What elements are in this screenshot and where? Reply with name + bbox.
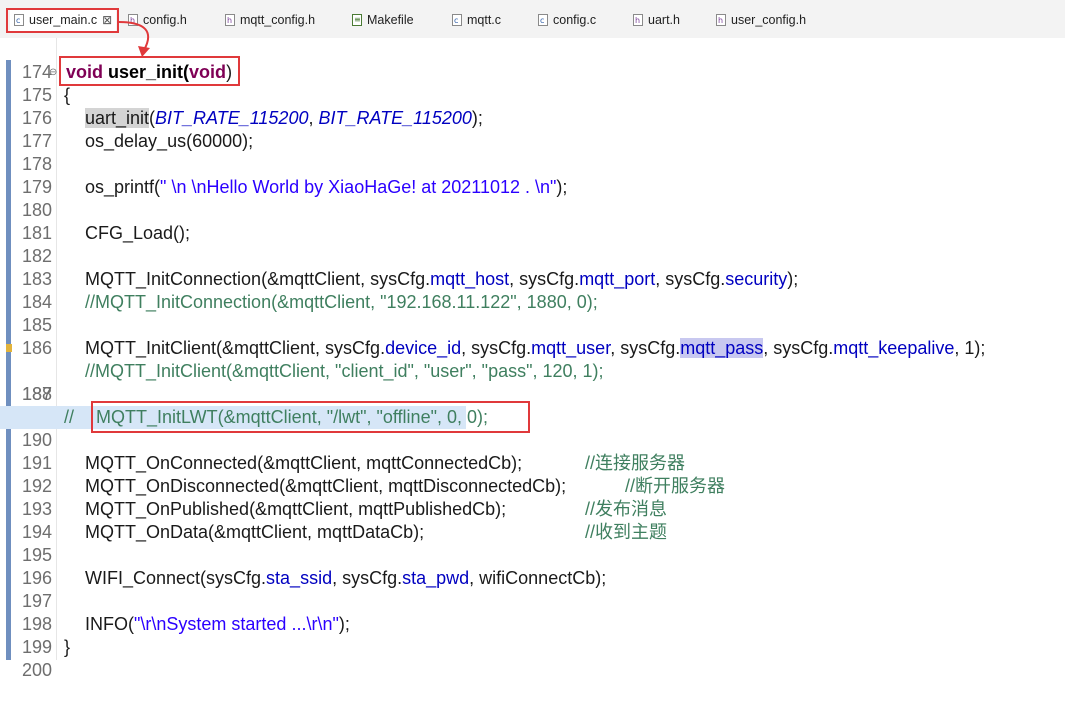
code-text: MQTT_OnData(&mqttClient, mqttDataCb); [85, 522, 425, 542]
code-text: os_delay_us(60000); [85, 131, 254, 151]
code-line: 189 [0, 383, 1065, 427]
code-text: CFG_Load(); [85, 223, 191, 243]
code-text: MQTT_InitConnection(&mqttClient, sysCfg.… [85, 269, 799, 289]
tab-user-config-h[interactable]: user_config.h [716, 9, 806, 31]
h-file-icon [225, 14, 235, 26]
code-line: 182 CFG_Load(); [0, 222, 1065, 266]
code-line: 183 [0, 245, 1065, 289]
h-file-icon [128, 14, 138, 26]
code-text: { [64, 85, 71, 105]
code-comment: //断开服务器 [625, 476, 726, 496]
code-comment: //MQTT_InitConnection(&mqttClient, "192.… [85, 292, 598, 312]
code-text: MQTT_OnDisconnected(&mqttClient, mqttDis… [85, 476, 567, 496]
code-editor[interactable]: 174 175 ⊖ void user_init(void) 176 { 177… [0, 38, 1065, 680]
code-text: MQTT_OnConnected(&mqttClient, mqttConnec… [85, 453, 523, 473]
c-file-icon [538, 14, 548, 26]
editor-tab-bar: user_main.c ⊠ config.h mqtt_config.h Mak… [0, 0, 1065, 39]
code-line: 197 WIFI_Connect(sysCfg.sta_ssid, sysCfg… [0, 567, 1065, 611]
h-file-icon [716, 14, 726, 26]
code-comment: //MQTT_InitClient(&mqttClient, "client_i… [85, 361, 604, 381]
code-line: 192 MQTT_OnConnected(&mqttClient, mqttCo… [0, 452, 1065, 496]
tab-label: user_config.h [731, 13, 807, 27]
code-line: 195 MQTT_OnData(&mqttClient, mqttDataCb)… [0, 521, 1065, 565]
code-line: 176 { [0, 84, 1065, 128]
tab-uart-h[interactable]: uart.h [633, 9, 680, 31]
code-text: WIFI_Connect(sysCfg.sta_ssid, sysCfg.sta… [85, 568, 607, 588]
tab-label: config.c [553, 13, 597, 27]
code-line: 200 } [0, 636, 1065, 680]
code-line: 174 [0, 38, 1065, 82]
code-comment: //连接服务器 [585, 453, 686, 473]
code-line: 178 os_delay_us(60000); [0, 130, 1065, 174]
code-text: INFO("\r\nSystem started ...\r\n"); [85, 614, 350, 634]
line-number: 200 [21, 660, 52, 680]
tab-makefile[interactable]: Makefile [352, 9, 414, 31]
code-line-current: 190 // MQTT_InitLWT(&mqttClient, "/lwt",… [0, 406, 488, 450]
code-line: 188 //MQTT_InitClient(&mqttClient, "clie… [0, 360, 1065, 404]
close-icon[interactable]: ⊠ [102, 13, 112, 27]
code-line: 199 INFO("\r\nSystem started ...\r\n"); [0, 613, 1065, 657]
code-line: 185 //MQTT_InitConnection(&mqttClient, "… [0, 291, 1065, 335]
tab-label: uart.h [648, 13, 680, 27]
code-line: 198 [0, 590, 1065, 634]
code-text: } [64, 637, 71, 657]
code-comment: //收到主题 [585, 522, 668, 542]
makefile-icon [352, 14, 362, 26]
fold-icon[interactable]: ⊖ [49, 61, 57, 84]
code-text: void user_init(void) [66, 62, 233, 82]
code-text: os_printf(" \n \nHello World by XiaoHaGe… [85, 177, 568, 197]
code-line: 194 MQTT_OnPublished(&mqttClient, mqttPu… [0, 498, 1065, 542]
code-text: MQTT_OnPublished(&mqttClient, mqttPublis… [85, 499, 507, 519]
code-comment: // [64, 407, 75, 427]
tab-label: mqtt_config.h [240, 13, 316, 27]
tab-config-c[interactable]: config.c [538, 9, 596, 31]
code-line: 177 uart_init(BIT_RATE_115200, BIT_RATE_… [0, 107, 1065, 151]
code-text: uart_init(BIT_RATE_115200, BIT_RATE_1152… [85, 108, 483, 128]
code-line: 186 [0, 314, 1065, 358]
tab-mqtt-config-h[interactable]: mqtt_config.h [225, 9, 315, 31]
warning-marker-icon[interactable] [6, 344, 12, 352]
tab-config-h[interactable]: config.h [128, 9, 187, 31]
code-comment: MQTT_InitLWT(&mqttClient, "/lwt", "offli… [96, 407, 488, 427]
code-line: 180 os_printf(" \n \nHello World by Xiao… [0, 176, 1065, 220]
code-line: 181 [0, 199, 1065, 243]
code-line: 196 [0, 544, 1065, 588]
tab-mqtt-c[interactable]: mqtt.c [452, 9, 501, 31]
c-file-icon [14, 14, 24, 26]
code-line: 184 MQTT_InitConnection(&mqttClient, sys… [0, 268, 1065, 312]
code-comment: //发布消息 [585, 499, 668, 519]
code-text: MQTT_InitClient(&mqttClient, sysCfg.devi… [85, 338, 986, 358]
h-file-icon [633, 14, 643, 26]
tab-label: config.h [143, 13, 187, 27]
code-line: 191 [0, 429, 1065, 473]
code-line: 193 MQTT_OnDisconnected(&mqttClient, mqt… [0, 475, 1065, 519]
tab-label: user_main.c [29, 13, 98, 27]
code-line: 179 [0, 153, 1065, 197]
tab-label: Makefile [367, 13, 414, 27]
code-line: 175 ⊖ void user_init(void) [0, 61, 1065, 105]
tab-user-main-c[interactable]: user_main.c ⊠ [10, 8, 117, 32]
tab-label: mqtt.c [467, 13, 502, 27]
c-file-icon [452, 14, 462, 26]
code-line: 187 MQTT_InitClient(&mqttClient, sysCfg.… [0, 337, 1065, 404]
